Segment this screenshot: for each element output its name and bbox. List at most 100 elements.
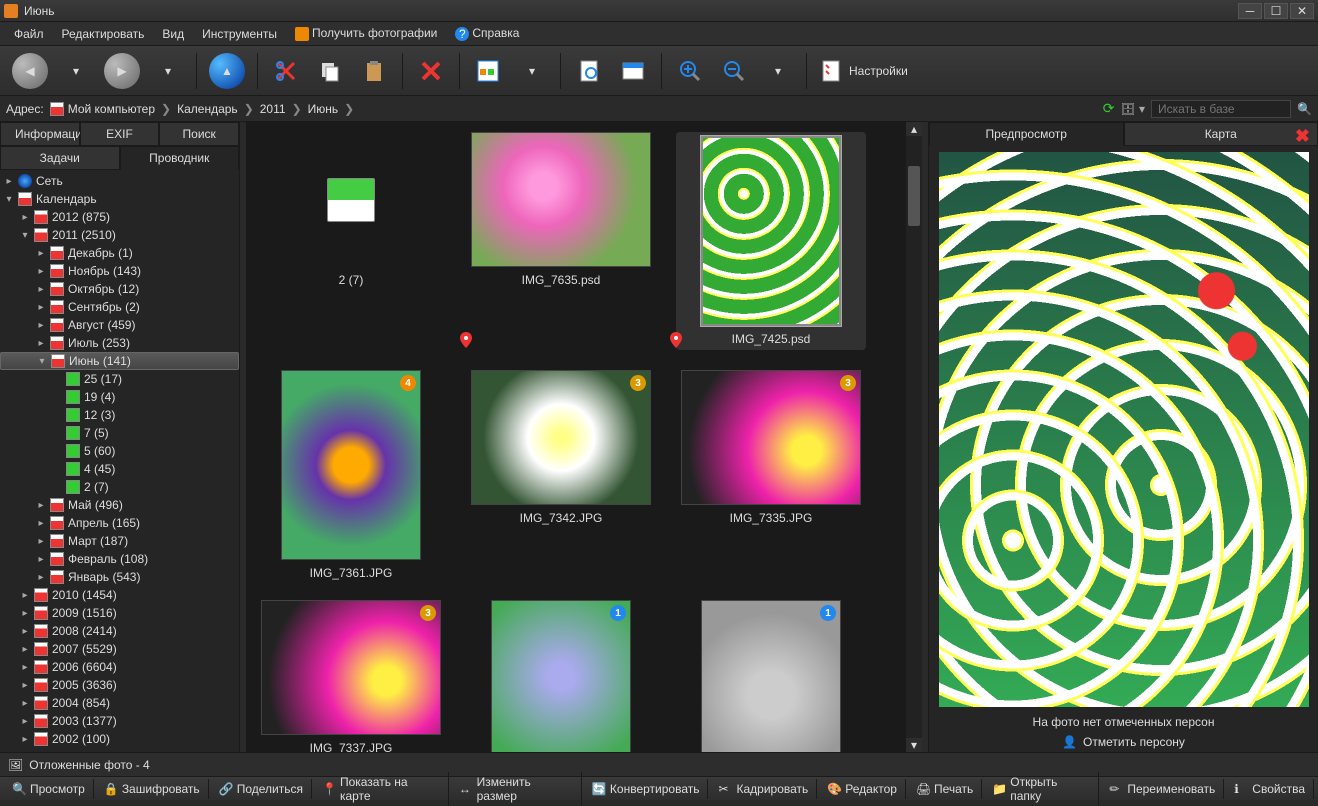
- expand-icon[interactable]: ▸: [36, 248, 46, 259]
- bottom-просмотр[interactable]: 🔍Просмотр: [4, 779, 94, 799]
- expand-icon[interactable]: ▸: [20, 716, 30, 727]
- tree-row[interactable]: 12 (3): [0, 406, 239, 424]
- tree-row[interactable]: ▸2009 (1516): [0, 604, 239, 622]
- preview-image[interactable]: [939, 152, 1309, 707]
- bottom-поделиться[interactable]: 🔗Поделиться: [211, 779, 312, 799]
- thumbnail[interactable]: IMG_7635.psd: [466, 132, 656, 350]
- tree-row[interactable]: ▸Июль (253): [0, 334, 239, 352]
- tag-person-button[interactable]: 👤Отметить персону: [1062, 735, 1185, 749]
- copy-button[interactable]: [310, 51, 350, 91]
- nav-back-dropdown[interactable]: ▾: [56, 53, 96, 89]
- tree-row[interactable]: ▾Календарь: [0, 190, 239, 208]
- tree-row[interactable]: ▸2012 (875): [0, 208, 239, 226]
- nav-back-button[interactable]: ◀: [8, 51, 52, 91]
- tab-preview[interactable]: Предпросмотр: [929, 122, 1124, 146]
- thumbnail[interactable]: 1img_7979.jpg: [466, 600, 656, 752]
- tree-row[interactable]: ▸Сентябрь (2): [0, 298, 239, 316]
- tree-row[interactable]: ▾2011 (2510): [0, 226, 239, 244]
- settings-button[interactable]: Настройки: [815, 51, 912, 91]
- expand-icon[interactable]: ▸: [20, 662, 30, 673]
- tree-row[interactable]: 25 (17): [0, 370, 239, 388]
- tree-row[interactable]: ▸Март (187): [0, 532, 239, 550]
- expand-icon[interactable]: ▸: [36, 320, 46, 331]
- expand-icon[interactable]: ▸: [36, 536, 46, 547]
- tree-row[interactable]: ▸Декабрь (1): [0, 244, 239, 262]
- tree-row[interactable]: ▸2004 (854): [0, 694, 239, 712]
- tab-exif[interactable]: EXIF: [80, 122, 160, 146]
- nav-up-button[interactable]: ▲: [205, 51, 249, 91]
- menu-file[interactable]: Файл: [6, 24, 52, 44]
- maximize-button[interactable]: ☐: [1264, 3, 1288, 19]
- tree-row[interactable]: ▸2002 (100): [0, 730, 239, 748]
- bottom-зашифровать[interactable]: 🔒Зашифровать: [96, 779, 209, 799]
- tree-row[interactable]: ▸Сеть: [0, 172, 239, 190]
- tree-row[interactable]: ▸Февраль (108): [0, 550, 239, 568]
- tree-row[interactable]: 7 (5): [0, 424, 239, 442]
- expand-icon[interactable]: ▸: [20, 698, 30, 709]
- expand-icon[interactable]: ▸: [20, 212, 30, 223]
- expand-icon[interactable]: ▸: [36, 284, 46, 295]
- expand-icon[interactable]: ▸: [36, 518, 46, 529]
- paste-button[interactable]: [354, 51, 394, 91]
- view-dropdown[interactable]: ▾: [512, 53, 552, 89]
- tree-row[interactable]: ▸Май (496): [0, 496, 239, 514]
- menu-tools[interactable]: Инструменты: [194, 24, 285, 44]
- expand-icon[interactable]: ▸: [4, 176, 14, 187]
- zoom-in-button[interactable]: [670, 51, 710, 91]
- bottom-редактор[interactable]: 🎨Редактор: [819, 779, 906, 799]
- view-slideshow-button[interactable]: [613, 51, 653, 91]
- search-input[interactable]: [1151, 100, 1291, 118]
- expand-icon[interactable]: ▸: [36, 302, 46, 313]
- expand-icon[interactable]: ▾: [37, 356, 47, 367]
- thumbnail-grid[interactable]: 2 (7)IMG_7635.psdIMG_7425.psd 4IMG_7361.J…: [246, 122, 906, 752]
- tree-row[interactable]: ▸2008 (2414): [0, 622, 239, 640]
- scrollbar[interactable]: ▴▾: [906, 122, 922, 752]
- tab-info[interactable]: Информация: [0, 122, 80, 146]
- tree-row[interactable]: ▸2007 (5529): [0, 640, 239, 658]
- zoom-dropdown[interactable]: ▾: [758, 53, 798, 89]
- tree-row[interactable]: ▸2003 (1377): [0, 712, 239, 730]
- thumbnail[interactable]: IMG_7425.psd: [676, 132, 866, 350]
- expand-icon[interactable]: ▸: [20, 644, 30, 655]
- expand-icon[interactable]: ▸: [36, 500, 46, 511]
- tab-explorer[interactable]: Проводник: [120, 146, 240, 170]
- menu-getphotos[interactable]: Получить фотографии: [287, 23, 445, 44]
- thumbnail[interactable]: 3IMG_7342.JPG: [466, 370, 656, 580]
- bottom-переименовать[interactable]: ✏Переименовать: [1101, 779, 1224, 799]
- tree-row[interactable]: 19 (4): [0, 388, 239, 406]
- bottom-печать[interactable]: 🖨Печать: [908, 779, 982, 799]
- breadcrumb-item[interactable]: Мой компьютер: [64, 100, 159, 118]
- breadcrumb-item[interactable]: Июнь: [304, 100, 343, 118]
- database-icon[interactable]: 🗄 ▾: [1120, 102, 1145, 116]
- thumbnail[interactable]: 3IMG_7335.JPG: [676, 370, 866, 580]
- thumbnail[interactable]: 2 (7): [256, 132, 446, 350]
- menu-view[interactable]: Вид: [154, 24, 192, 44]
- view-single-button[interactable]: [569, 51, 609, 91]
- thumbnail[interactable]: 4IMG_7361.JPG: [256, 370, 446, 580]
- bottom-свойства[interactable]: ℹСвойства: [1226, 779, 1314, 799]
- tab-search[interactable]: Поиск: [159, 122, 239, 146]
- expand-icon[interactable]: ▸: [36, 572, 46, 583]
- tab-tasks[interactable]: Задачи: [0, 146, 120, 170]
- bottom-кадрировать[interactable]: ✂Кадрировать: [710, 779, 817, 799]
- deferred-bar[interactable]: 🖼 Отложенные фото - 4: [0, 752, 1318, 776]
- expand-icon[interactable]: ▸: [36, 338, 46, 349]
- tree-row[interactable]: ▸Январь (543): [0, 568, 239, 586]
- tree-row[interactable]: ▸Апрель (165): [0, 514, 239, 532]
- tree-row[interactable]: ▸2006 (6604): [0, 658, 239, 676]
- bottom-изменить размер[interactable]: ↔Изменить размер: [451, 772, 582, 806]
- tree-row[interactable]: 4 (45): [0, 460, 239, 478]
- thumbnail[interactable]: 3IMG_7337.JPG: [256, 600, 446, 752]
- search-icon[interactable]: 🔍: [1297, 102, 1312, 116]
- tree-row[interactable]: ▸Октябрь (12): [0, 280, 239, 298]
- expand-icon[interactable]: ▾: [20, 230, 30, 241]
- nav-forward-dropdown[interactable]: ▾: [148, 53, 188, 89]
- expand-icon[interactable]: ▸: [36, 554, 46, 565]
- bottom-показать на карте[interactable]: 📍Показать на карте: [314, 772, 449, 806]
- expand-icon[interactable]: ▸: [20, 680, 30, 691]
- thumbnail[interactable]: 1img_4117.psd: [676, 600, 866, 752]
- tree-row[interactable]: ▸Ноябрь (143): [0, 262, 239, 280]
- expand-icon[interactable]: ▾: [4, 194, 14, 205]
- expand-icon[interactable]: ▸: [20, 626, 30, 637]
- expand-icon[interactable]: ▸: [20, 590, 30, 601]
